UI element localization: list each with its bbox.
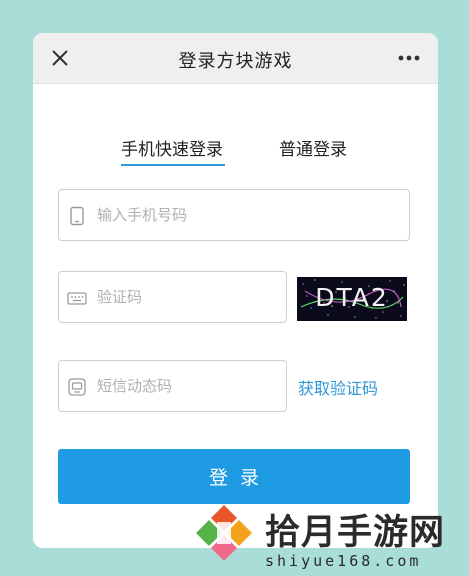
watermark-url: shiyue168.com <box>265 552 422 570</box>
tab-quick-login[interactable]: 手机快速登录 <box>121 135 223 160</box>
more-icon[interactable] <box>396 47 422 69</box>
dialog-title: 登录方块游戏 <box>178 51 293 72</box>
sms-code-input[interactable] <box>97 361 278 411</box>
login-dialog: 登录方块游戏 手机快速登录 普通登录 输入手机号码 验证码 DTA2 短信动态码… <box>33 33 438 548</box>
phone-field <box>58 189 410 241</box>
watermark-logo-icon <box>191 502 257 566</box>
sms-code-field <box>58 360 287 412</box>
active-tab-indicator <box>121 164 225 166</box>
watermark-name: 拾月手游网 <box>265 512 446 553</box>
keyboard-icon <box>67 288 87 308</box>
watermark: 拾月手游网 shiyue168.com <box>185 500 469 576</box>
get-code-link[interactable]: 获取验证码 <box>298 375 378 399</box>
login-button[interactable]: 登录 <box>58 449 410 504</box>
captcha-text: DTA2 <box>315 283 389 312</box>
phone-icon <box>67 206 87 226</box>
captcha-image[interactable]: DTA2 <box>297 277 407 321</box>
tab-normal-login[interactable]: 普通登录 <box>279 135 347 160</box>
captcha-field <box>58 271 287 323</box>
phone-input[interactable] <box>97 190 401 240</box>
title-bar: 登录方块游戏 <box>33 33 438 84</box>
message-icon <box>67 377 87 397</box>
captcha-input[interactable] <box>97 272 278 322</box>
